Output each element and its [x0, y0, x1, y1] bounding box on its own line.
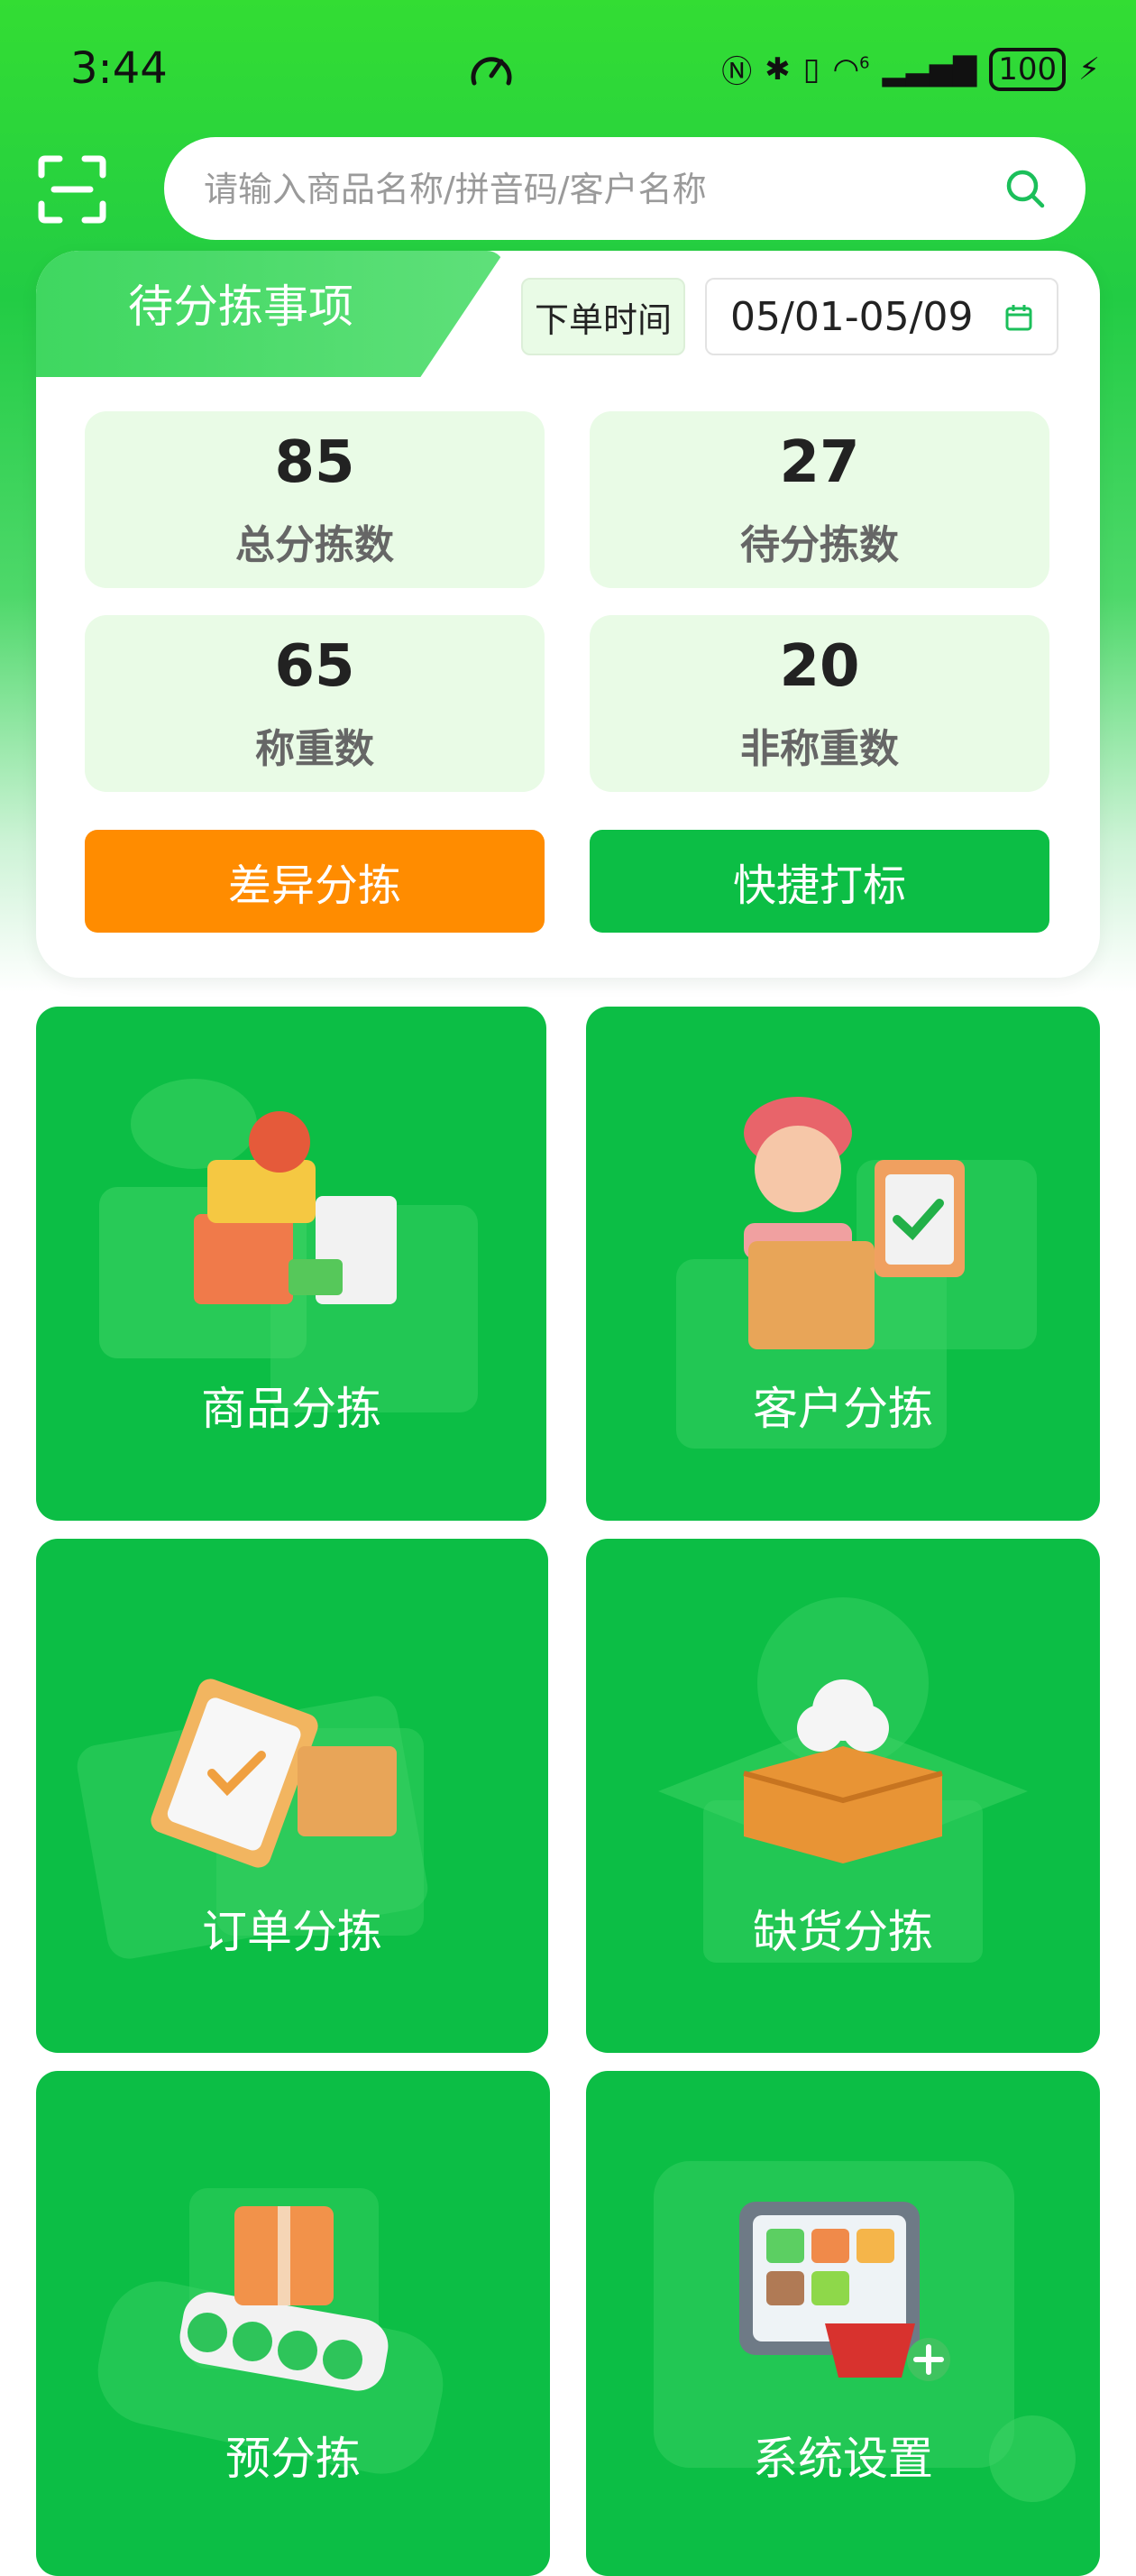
search-icon[interactable] [1004, 168, 1046, 209]
order-time-label: 下单时间 [521, 278, 685, 355]
tile-shortage-sort[interactable]: 缺货分拣 [586, 1539, 1100, 2053]
tile-label: 商品分拣 [201, 1383, 381, 1435]
stat-label: 非称重数 [740, 726, 899, 772]
stat-label: 待分拣数 [740, 522, 899, 568]
stat-value: 85 [274, 429, 355, 496]
tile-label: 系统设置 [753, 2433, 933, 2485]
stat-label: 称重数 [255, 726, 374, 772]
tile-label: 预分拣 [225, 2433, 361, 2485]
calendar-icon [1005, 305, 1032, 331]
tile-label: 订单分拣 [202, 1906, 382, 1958]
stat-value: 65 [274, 633, 355, 700]
conveyor-box-icon [97, 2188, 444, 2474]
network-badge: 6 [859, 53, 870, 73]
stat-value: 20 [779, 633, 860, 700]
battery-indicator: 100 [989, 47, 1067, 91]
stat-total-sort[interactable]: 85 总分拣数 [85, 411, 545, 588]
stat-weighed[interactable]: 65 称重数 [85, 615, 545, 792]
search-bar[interactable] [164, 137, 1086, 242]
status-time: 3:44 [70, 43, 168, 94]
monitor-basket-icon [654, 2161, 1076, 2502]
signal-icon: ▂▃▅▇ [882, 51, 977, 87]
status-icons: Ⓝ ✱ ▯ ◠6 ▂▃▅▇ 100 ⚡ [721, 47, 1100, 91]
quick-mark-button[interactable]: 快捷打标 [590, 830, 1049, 933]
stat-value: 27 [779, 429, 860, 496]
speedometer-icon [471, 57, 512, 86]
wifi-icon: ◠6 [832, 51, 870, 87]
diff-sort-button[interactable]: 差异分拣 [85, 830, 545, 933]
stat-label: 总分拣数 [235, 522, 394, 568]
bluetooth-icon: ✱ [765, 51, 791, 87]
delivery-person-icon [676, 1097, 1037, 1449]
vibrate-icon: ▯ [802, 51, 820, 87]
nfc-icon: Ⓝ [721, 54, 753, 90]
product-boxes-icon [99, 1079, 478, 1412]
tile-system-settings[interactable]: 系统设置 [586, 2071, 1100, 2576]
tile-pre-sort[interactable]: 预分拣 [36, 2071, 550, 2576]
pending-title: 待分拣事项 [128, 281, 353, 333]
tile-label: 客户分拣 [753, 1383, 933, 1435]
status-bar: 3:44 Ⓝ ✱ ▯ ◠6 ▂▃▅▇ 100 ⚡ [0, 0, 1136, 135]
stat-pending-sort[interactable]: 27 待分拣数 [590, 411, 1049, 588]
stat-non-weighed[interactable]: 20 非称重数 [590, 615, 1049, 792]
tile-product-sort[interactable]: 商品分拣 [36, 1007, 546, 1521]
search-input[interactable] [202, 137, 981, 242]
tile-customer-sort[interactable]: 客户分拣 [586, 1007, 1100, 1521]
date-range-picker[interactable]: 05/01-05/09 [705, 278, 1058, 355]
tile-label: 缺货分拣 [753, 1906, 933, 1958]
date-range-value: 05/01-05/09 [730, 293, 974, 340]
scan-icon[interactable] [36, 153, 108, 225]
charging-icon: ⚡ [1078, 51, 1100, 87]
clipboard-box-icon [77, 1679, 428, 1959]
tile-order-sort[interactable]: 订单分拣 [36, 1539, 548, 2053]
open-box-icon [658, 1597, 1028, 1963]
